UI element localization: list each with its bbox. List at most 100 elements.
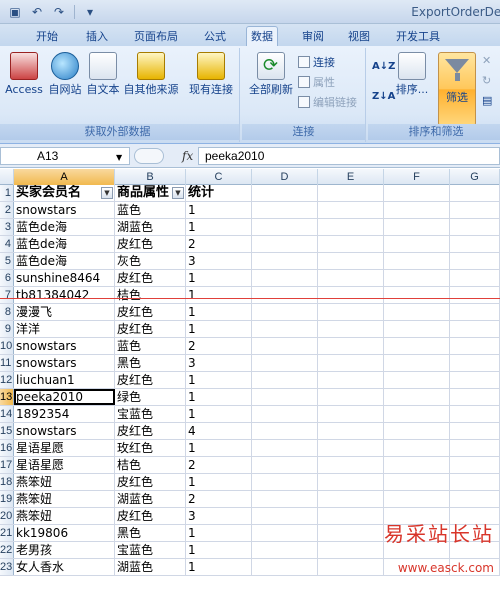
cell-c[interactable]: 1 <box>186 440 252 456</box>
empty-cell[interactable] <box>318 236 384 252</box>
cell-b[interactable]: 绿色 <box>115 389 186 405</box>
empty-cell[interactable] <box>384 457 450 473</box>
properties-button[interactable]: 属性 <box>298 74 335 90</box>
empty-cell[interactable] <box>252 185 318 201</box>
empty-cell[interactable] <box>318 559 384 575</box>
empty-cell[interactable] <box>252 559 318 575</box>
cell-c[interactable]: 3 <box>186 253 252 269</box>
undo-icon[interactable]: ↶ <box>28 3 46 21</box>
cell-a[interactable]: 星语星愿 <box>14 457 115 473</box>
sort-button[interactable]: 排序... <box>392 52 432 97</box>
from-access-button[interactable]: Access <box>2 52 46 97</box>
empty-cell[interactable] <box>450 457 500 473</box>
cell-a[interactable]: 蓝色de海 <box>14 236 115 252</box>
row-header[interactable]: 12 <box>0 372 14 388</box>
empty-cell[interactable] <box>318 202 384 218</box>
cell-c[interactable]: 1 <box>186 270 252 286</box>
cell-a[interactable]: snowstars <box>14 202 115 218</box>
empty-cell[interactable] <box>252 287 318 303</box>
empty-cell[interactable] <box>450 270 500 286</box>
cell-c[interactable]: 1 <box>186 372 252 388</box>
cell-a[interactable]: snowstars <box>14 338 115 354</box>
cell-c[interactable]: 4 <box>186 423 252 439</box>
empty-cell[interactable] <box>318 423 384 439</box>
cell-c[interactable]: 1 <box>186 559 252 575</box>
chevron-down-icon[interactable]: ▼ <box>116 153 122 162</box>
cell-a[interactable]: 燕笨妞 <box>14 491 115 507</box>
tab-developer[interactable]: 开发工具 <box>396 27 440 46</box>
empty-cell[interactable] <box>384 270 450 286</box>
empty-cell[interactable] <box>384 406 450 422</box>
tab-view[interactable]: 视图 <box>348 27 370 46</box>
empty-cell[interactable] <box>252 389 318 405</box>
from-text-button[interactable]: 自文本 <box>84 52 122 97</box>
empty-cell[interactable] <box>318 542 384 558</box>
cell-c[interactable]: 1 <box>186 542 252 558</box>
row-header[interactable]: 1 <box>0 185 14 201</box>
empty-cell[interactable] <box>318 253 384 269</box>
cell-a[interactable]: 星语星愿 <box>14 440 115 456</box>
cell-a[interactable]: snowstars <box>14 423 115 439</box>
row-header[interactable]: 21 <box>0 525 14 541</box>
existing-connections-button[interactable]: 现有连接 <box>186 52 236 97</box>
advanced-filter-icon[interactable]: ▤ <box>482 94 492 107</box>
column-header-b[interactable]: B <box>115 169 186 185</box>
row-header[interactable]: 22 <box>0 542 14 558</box>
cell-b[interactable]: 黑色 <box>115 525 186 541</box>
empty-cell[interactable] <box>384 372 450 388</box>
connections-button[interactable]: 连接 <box>298 54 335 70</box>
column-header-f[interactable]: F <box>384 169 450 185</box>
customize-qat-icon[interactable]: ▾ <box>81 3 99 21</box>
cell-a[interactable]: kk19806 <box>14 525 115 541</box>
cell-c[interactable]: 1 <box>186 287 252 303</box>
empty-cell[interactable] <box>384 491 450 507</box>
filter-dropdown-icon[interactable]: ▼ <box>172 187 184 199</box>
cell-b[interactable]: 湖蓝色 <box>115 559 186 575</box>
cell-a[interactable]: 蓝色de海 <box>14 219 115 235</box>
row-header[interactable]: 14 <box>0 406 14 422</box>
cell-b[interactable]: 蓝色 <box>115 338 186 354</box>
header-cell-a[interactable]: 买家会员名 <box>14 185 115 201</box>
empty-cell[interactable] <box>252 372 318 388</box>
row-header[interactable]: 20 <box>0 508 14 524</box>
empty-cell[interactable] <box>318 185 384 201</box>
empty-cell[interactable] <box>450 202 500 218</box>
tab-formulas[interactable]: 公式 <box>204 27 226 46</box>
edit-links-button[interactable]: 编辑链接 <box>298 94 357 110</box>
empty-cell[interactable] <box>318 508 384 524</box>
formula-cancel-enter[interactable] <box>134 148 164 164</box>
row-header[interactable]: 13 <box>0 389 14 405</box>
empty-cell[interactable] <box>252 236 318 252</box>
empty-cell[interactable] <box>318 338 384 354</box>
cell-a[interactable]: tb81384042 <box>14 287 115 303</box>
empty-cell[interactable] <box>318 304 384 320</box>
cell-c[interactable]: 2 <box>186 338 252 354</box>
tab-review[interactable]: 审阅 <box>302 27 324 46</box>
empty-cell[interactable] <box>450 287 500 303</box>
empty-cell[interactable] <box>384 304 450 320</box>
empty-cell[interactable] <box>450 304 500 320</box>
empty-cell[interactable] <box>384 355 450 371</box>
cell-b[interactable]: 宝蓝色 <box>115 542 186 558</box>
empty-cell[interactable] <box>252 525 318 541</box>
empty-cell[interactable] <box>318 372 384 388</box>
cell-a[interactable]: peeka2010 <box>14 389 115 405</box>
header-cell-c[interactable]: 统计 <box>186 185 252 201</box>
cell-b[interactable]: 玫红色 <box>115 440 186 456</box>
empty-cell[interactable] <box>318 287 384 303</box>
empty-cell[interactable] <box>384 253 450 269</box>
empty-cell[interactable] <box>252 304 318 320</box>
empty-cell[interactable] <box>252 423 318 439</box>
row-header[interactable]: 16 <box>0 440 14 456</box>
empty-cell[interactable] <box>318 406 384 422</box>
tab-insert[interactable]: 插入 <box>86 27 108 46</box>
cell-b[interactable]: 皮红色 <box>115 474 186 490</box>
save-icon[interactable]: ▣ <box>6 3 24 21</box>
empty-cell[interactable] <box>252 491 318 507</box>
column-header-g[interactable]: G <box>450 169 500 185</box>
cell-a[interactable]: 漫漫飞 <box>14 304 115 320</box>
refresh-all-button[interactable]: 全部刷新 <box>246 52 296 97</box>
cell-a[interactable]: sunshine8464 <box>14 270 115 286</box>
empty-cell[interactable] <box>318 389 384 405</box>
empty-cell[interactable] <box>252 508 318 524</box>
